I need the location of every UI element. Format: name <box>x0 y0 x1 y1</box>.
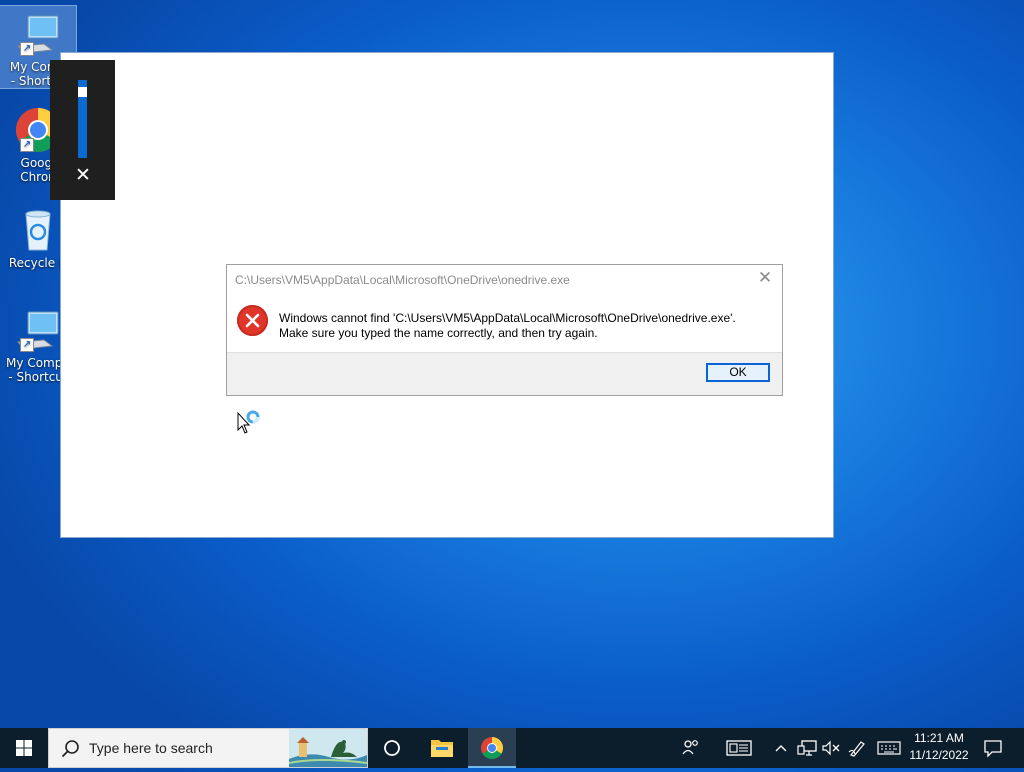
chevron-up-icon[interactable] <box>773 738 789 758</box>
keyboard-icon[interactable] <box>876 738 902 758</box>
network-icon[interactable] <box>796 738 818 758</box>
dialog-footer: OK <box>227 352 782 395</box>
search-placeholder: Type here to search <box>89 740 213 756</box>
dialog-message-line2: Make sure you typed the name correctly, … <box>279 326 598 340</box>
error-icon <box>237 305 268 336</box>
recycle-bin-icon <box>14 206 62 254</box>
chrome-taskbar-button[interactable] <box>468 728 516 768</box>
dialog-title: C:\Users\VM5\AppData\Local\Microsoft\One… <box>235 273 570 287</box>
file-explorer-button[interactable] <box>418 728 466 768</box>
notification-icon[interactable] <box>982 738 1004 758</box>
close-icon[interactable]: ✕ <box>756 269 774 287</box>
ok-button[interactable]: OK <box>706 363 770 382</box>
dialog-message-line1: Windows cannot find 'C:\Users\VM5\AppDat… <box>279 311 736 325</box>
search-highlight-image <box>289 729 367 767</box>
pen-icon[interactable] <box>847 738 869 758</box>
shortcut-arrow-icon: ↗ <box>20 42 34 56</box>
volume-muted-icon[interactable] <box>820 738 842 758</box>
task-view-icon <box>384 740 400 756</box>
close-icon[interactable]: ✕ <box>72 164 94 186</box>
shortcut-arrow-icon: ↗ <box>20 138 34 152</box>
news-icon[interactable] <box>726 738 752 758</box>
search-input[interactable]: Type here to search <box>48 728 368 768</box>
busy-cursor-icon <box>237 410 267 436</box>
windows-logo-icon <box>16 740 32 756</box>
clock-time: 11:21 AM <box>914 731 964 745</box>
shortcut-arrow-icon: ↗ <box>20 338 34 352</box>
chrome-icon <box>481 737 503 759</box>
clock[interactable]: 11:21 AM 11/12/2022 <box>903 730 975 764</box>
folder-icon <box>431 740 453 757</box>
search-icon <box>61 739 81 759</box>
dialog-message: Windows cannot find 'C:\Users\VM5\AppDat… <box>279 311 736 341</box>
computer-icon: ↗ <box>14 10 62 58</box>
start-button[interactable] <box>0 728 48 768</box>
people-icon[interactable] <box>680 738 702 758</box>
clock-date: 11/12/2022 <box>909 748 969 762</box>
volume-slider-thumb[interactable] <box>78 86 87 97</box>
taskbar: Type here to search 11:21 AM 11/12/2022 <box>0 728 1024 768</box>
error-dialog: C:\Users\VM5\AppData\Local\Microsoft\One… <box>226 264 783 396</box>
task-view-button[interactable] <box>368 728 416 768</box>
computer-icon: ↗ <box>14 306 62 354</box>
volume-flyout: ✕ <box>50 60 115 200</box>
